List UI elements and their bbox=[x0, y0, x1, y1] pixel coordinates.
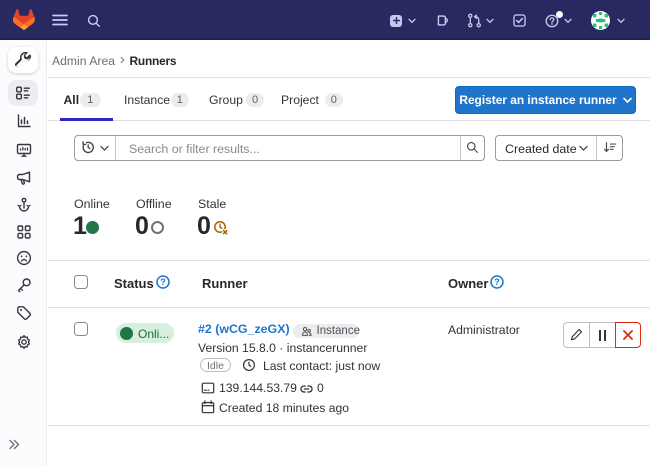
svg-text:?: ? bbox=[494, 277, 500, 287]
svg-text:?: ? bbox=[160, 277, 166, 287]
